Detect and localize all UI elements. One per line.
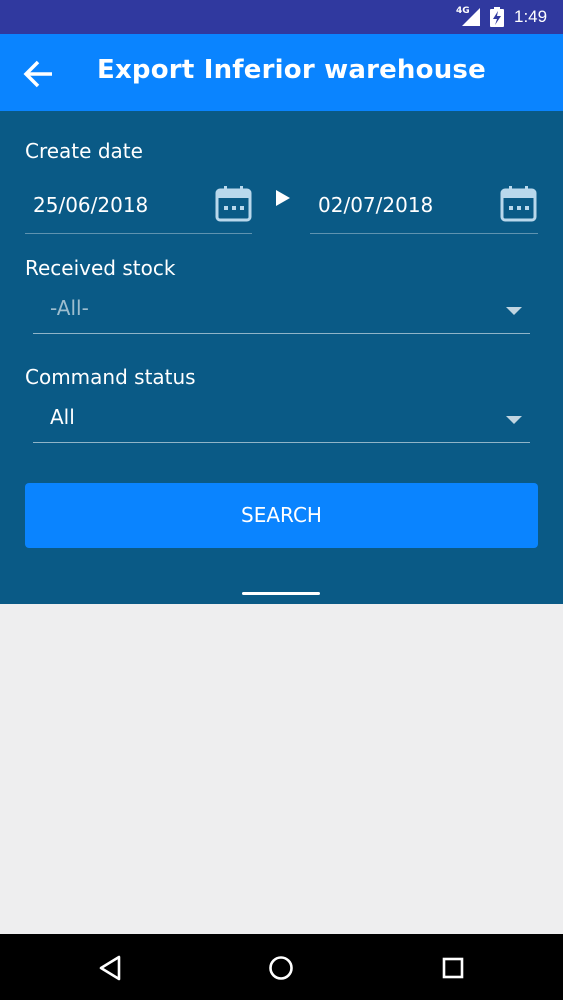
command-status-dropdown[interactable]: All <box>33 393 530 443</box>
chevron-down-icon <box>506 307 522 315</box>
received-stock-value: -All- <box>50 296 89 320</box>
drag-handle[interactable] <box>242 592 320 595</box>
command-status-label: Command status <box>25 365 196 389</box>
command-status-value: All <box>50 405 75 429</box>
search-button[interactable]: SEARCH <box>25 483 538 548</box>
recents-square-icon[interactable] <box>437 952 469 984</box>
date-to-field[interactable]: 02/07/2018 <box>310 168 538 234</box>
home-circle-icon[interactable] <box>265 952 297 984</box>
filter-panel: Create date 25/06/2018 02/07/2018 Receiv… <box>0 111 563 604</box>
app-bar: Export Inferior warehouse <box>0 34 563 111</box>
chevron-down-icon <box>506 416 522 424</box>
play-arrow-icon <box>276 190 290 206</box>
page-title: Export Inferior warehouse <box>97 55 486 85</box>
received-stock-label: Received stock <box>25 256 176 280</box>
arrow-left-icon[interactable] <box>18 54 58 94</box>
create-date-label: Create date <box>25 139 143 163</box>
date-from-field[interactable]: 25/06/2018 <box>25 168 252 234</box>
calendar-icon[interactable] <box>500 185 537 222</box>
date-to-value: 02/07/2018 <box>318 193 434 217</box>
date-from-value: 25/06/2018 <box>33 193 149 217</box>
status-bar: 4G 1:49 <box>0 0 563 34</box>
results-area <box>0 604 563 934</box>
received-stock-dropdown[interactable]: -All- <box>33 284 530 334</box>
signal-icon <box>462 8 480 26</box>
battery-charging-icon <box>490 7 504 27</box>
back-triangle-icon[interactable] <box>95 952 127 984</box>
clock: 1:49 <box>514 7 548 26</box>
calendar-icon[interactable] <box>215 185 252 222</box>
navigation-bar <box>0 934 563 1000</box>
